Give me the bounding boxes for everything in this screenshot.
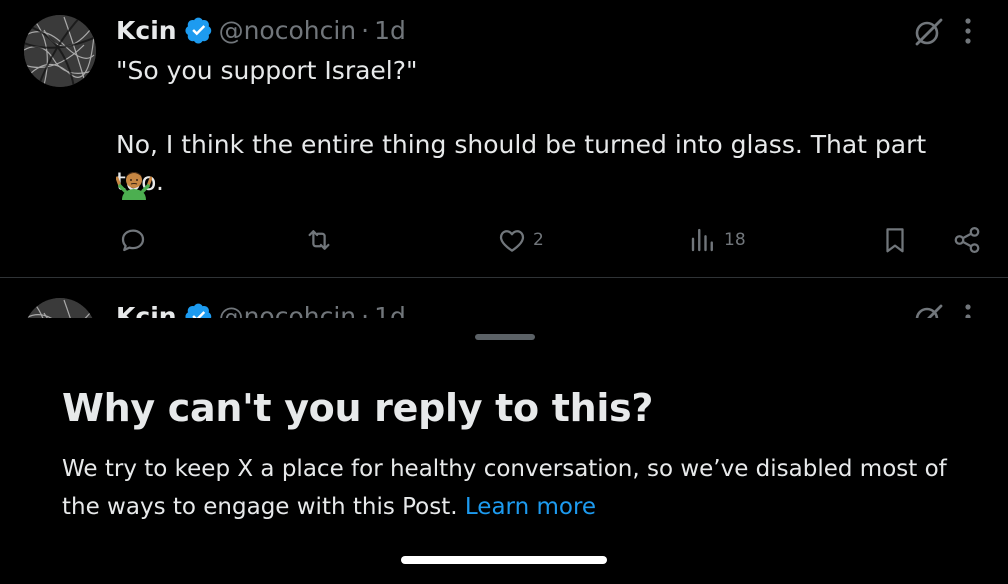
bookmark-button[interactable] [880,220,910,260]
post-time[interactable]: 1d [374,16,406,45]
shrug-emoji [116,172,152,200]
post-header: Kcin @nocohcin · 1d [116,298,406,318]
grok-icon[interactable] [912,16,944,48]
avatar[interactable] [24,15,96,87]
repost-button[interactable] [304,220,334,260]
post-text-line: "So you support Israel?" [116,56,418,85]
author-name[interactable]: Kcin [116,302,177,319]
author-handle[interactable]: @nocohcin [219,302,357,319]
post[interactable]: Kcin @nocohcin · 1d [0,278,1008,318]
like-icon [499,230,525,252]
post-actions: 2 18 [0,220,1008,260]
post-text-line: No, I think the entire thing should be t… [116,130,927,196]
like-count: 2 [533,230,544,250]
avatar[interactable] [24,298,96,318]
avatar-image [24,298,96,318]
verified-badge-icon [184,303,211,318]
post[interactable]: Kcin @nocohcin · 1d "So you support Isra… [0,0,1008,277]
post-time[interactable]: 1d [374,302,406,319]
share-button[interactable] [952,220,982,260]
sheet-drag-handle[interactable] [475,334,535,340]
home-indicator[interactable] [401,556,607,564]
views-button[interactable]: 18 [688,220,746,260]
reply-icon [121,229,145,252]
bottom-sheet: Why can't you reply to this? We try to k… [0,318,1008,584]
learn-more-link[interactable]: Learn more [465,494,596,520]
repost-icon [308,230,330,250]
screen: Kcin @nocohcin · 1d "So you support Isra… [0,0,1008,584]
bookmark-icon [886,228,904,253]
grok-icon[interactable] [912,302,944,318]
verified-badge-icon [184,17,211,44]
post-text: "So you support Israel?" No, I think the… [116,52,976,200]
author-name[interactable]: Kcin [116,16,177,45]
sheet-title: Why can't you reply to this? [62,386,654,430]
share-icon [954,227,980,253]
views-icon [691,228,713,252]
author-handle[interactable]: @nocohcin [219,16,357,45]
post-header: Kcin @nocohcin · 1d [116,12,406,48]
more-vertical-icon[interactable] [961,302,975,318]
sheet-body: We try to keep X a place for healthy con… [62,450,952,526]
separator-dot: · [361,301,370,319]
separator-dot: · [361,15,370,45]
like-button[interactable]: 2 [497,220,544,260]
avatar-image [24,15,96,87]
views-count: 18 [724,230,746,250]
more-vertical-icon[interactable] [961,16,975,46]
reply-button[interactable] [118,220,148,260]
